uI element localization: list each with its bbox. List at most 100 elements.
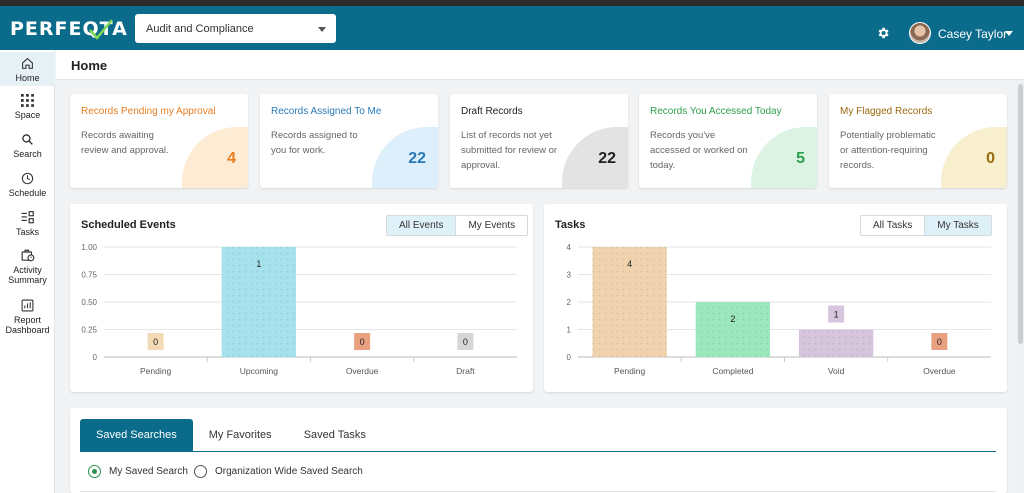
sidebar-item-search[interactable]: Search — [0, 133, 55, 159]
card-description: Records assigned to you for work. — [271, 130, 358, 156]
sidebar-label: Space — [14, 110, 41, 120]
sidebar-item-space[interactable]: Space — [0, 94, 55, 120]
card-blob — [751, 127, 817, 188]
tab-my-favorites[interactable]: My Favorites — [193, 419, 288, 451]
card-flagged-records[interactable]: My Flagged Records Potentially problemat… — [829, 94, 1007, 188]
toggle-my-events[interactable]: My Events — [456, 216, 527, 235]
radio-my-saved-search[interactable]: My Saved Search — [88, 465, 188, 478]
toggle-all-events[interactable]: All Events — [387, 216, 457, 235]
card-accessed-today[interactable]: Records You Accessed Today Records you'v… — [639, 94, 817, 188]
search-icon — [22, 134, 33, 145]
y-tick-label: 0 — [567, 353, 572, 362]
sidebar-label: Report Dashboard — [5, 315, 50, 335]
sidebar-item-activity-summary[interactable]: Activity Summary — [0, 249, 55, 285]
home-icon — [22, 57, 33, 69]
page-header: Home — [56, 50, 1024, 80]
grid-icon — [21, 94, 34, 107]
space-selector-value: Audit and Compliance — [146, 22, 254, 35]
radio-org-saved-search[interactable]: Organization Wide Saved Search — [194, 465, 363, 478]
y-tick-label: 1 — [567, 326, 572, 335]
card-draft-records[interactable]: Draft Records List of records not yet su… — [450, 94, 628, 188]
radio-unselected-icon — [194, 465, 207, 478]
clock-icon — [21, 172, 34, 185]
card-count: 5 — [796, 150, 805, 167]
tasks-title: Tasks — [555, 219, 586, 231]
data-label: 0 — [153, 337, 158, 347]
gear-icon[interactable] — [876, 26, 890, 40]
card-blob — [941, 127, 1007, 188]
toggle-all-tasks[interactable]: All Tasks — [861, 216, 926, 235]
saved-tabs: Saved Searches My Favorites Saved Tasks — [80, 419, 382, 451]
tasks-icon — [21, 211, 34, 224]
x-tick-label: Completed — [712, 366, 753, 376]
y-tick-label: 1.00 — [81, 243, 97, 252]
y-tick-label: 3 — [567, 271, 572, 280]
perfeqta-logo[interactable]: PERFEQTA — [10, 16, 128, 42]
data-label: 0 — [463, 337, 468, 347]
activity-icon — [21, 249, 34, 262]
sidebar-label: Tasks — [15, 227, 39, 237]
tab-saved-searches[interactable]: Saved Searches — [80, 419, 193, 451]
sidebar-label: Schedule — [8, 188, 47, 198]
list-divider — [80, 491, 996, 492]
y-tick-label: 0 — [93, 353, 98, 362]
user-avatar[interactable] — [909, 22, 931, 44]
sidebar-label: Home — [15, 73, 40, 83]
data-label: 0 — [937, 337, 942, 347]
space-selector[interactable]: Audit and Compliance — [135, 14, 336, 43]
scheduled-events-chart: 0 0.25 0.50 0.75 1.00 0 Pending 1 Upcoming 0 Overd… — [81, 243, 517, 376]
card-count: 0 — [986, 150, 995, 167]
x-tick-label: Pending — [140, 366, 171, 376]
top-header: PERFEQTA Audit and Compliance Casey Tayl… — [0, 6, 1024, 50]
x-tick-label: Overdue — [346, 366, 379, 376]
radio-label: My Saved Search — [109, 466, 188, 477]
x-tick-label: Upcoming — [240, 366, 279, 376]
x-tick-label: Overdue — [923, 366, 956, 376]
scheduled-events-panel: Scheduled Events All Events My Events 00… — [70, 204, 533, 392]
sidebar-item-schedule[interactable]: Schedule — [0, 172, 55, 198]
saved-searches-panel: Saved Searches My Favorites Saved Tasks … — [70, 408, 1007, 493]
logo-check-icon — [89, 19, 113, 40]
tab-saved-tasks[interactable]: Saved Tasks — [288, 419, 382, 451]
card-description: Potentially problematic or attention-req… — [840, 130, 936, 171]
sidebar-label: Activity Summary — [8, 265, 47, 285]
x-tick-label: Draft — [456, 366, 475, 376]
data-label: 4 — [627, 259, 632, 269]
sidebar-item-report-dashboard[interactable]: Report Dashboard — [0, 299, 55, 335]
chevron-down-icon — [318, 27, 326, 32]
card-count: 22 — [408, 150, 426, 167]
y-tick-label: 2 — [567, 298, 572, 307]
tasks-toggle: All Tasks My Tasks — [860, 215, 992, 236]
card-pending-approval[interactable]: Records Pending my Approval Records awai… — [70, 94, 248, 188]
sidebar-item-home[interactable]: Home — [0, 52, 55, 86]
tasks-panel: Tasks All Tasks My Tasks 0 1 2 3 4 4 Pending 2 C… — [544, 204, 1007, 392]
card-title: Records Assigned To Me — [271, 106, 382, 117]
card-count: 4 — [227, 150, 236, 167]
card-title: Records Pending my Approval — [81, 106, 216, 117]
data-label: 1 — [834, 310, 839, 320]
toggle-my-tasks[interactable]: My Tasks — [925, 216, 991, 235]
y-tick-label: 0.25 — [81, 326, 97, 335]
data-label: 1 — [256, 259, 261, 269]
scrollbar-thumb[interactable] — [1018, 84, 1023, 344]
y-tick-label: 0.50 — [81, 298, 97, 307]
data-label: 0 — [360, 337, 365, 347]
card-description: Records awaiting review and approval. — [81, 130, 169, 156]
bar-texture — [798, 329, 874, 357]
card-title: Records You Accessed Today — [650, 106, 782, 117]
sidebar-item-tasks[interactable]: Tasks — [0, 211, 55, 237]
sidebar-label: Search — [13, 149, 42, 159]
card-description: Records you've accessed or worked on tod… — [650, 130, 748, 171]
y-tick-label: 0.75 — [81, 271, 97, 280]
scheduled-events-title: Scheduled Events — [81, 219, 176, 231]
data-label: 2 — [730, 314, 735, 324]
user-menu-chevron-icon[interactable] — [1005, 31, 1013, 36]
user-name[interactable]: Casey Taylor — [938, 27, 1007, 41]
report-icon — [21, 299, 34, 312]
radio-selected-icon — [88, 465, 101, 478]
events-toggle: All Events My Events — [386, 215, 529, 236]
card-title: My Flagged Records — [840, 106, 933, 117]
card-assigned-to-me[interactable]: Records Assigned To Me Records assigned … — [260, 94, 438, 188]
card-count: 22 — [598, 150, 616, 167]
x-tick-label: Pending — [614, 366, 645, 376]
